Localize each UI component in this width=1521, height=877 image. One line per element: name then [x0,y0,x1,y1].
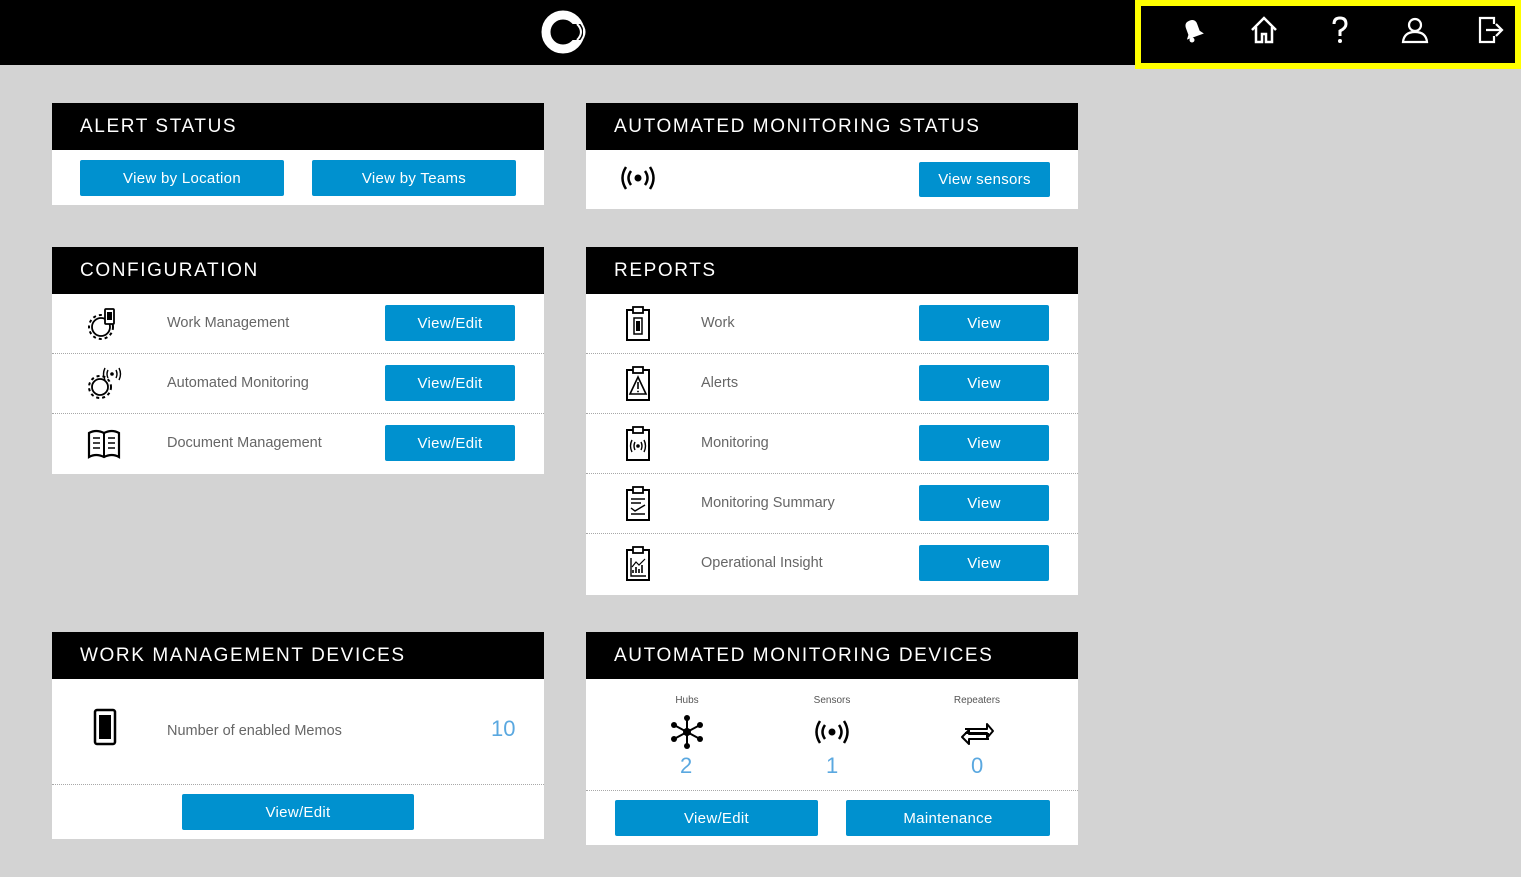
row-label: Automated Monitoring [167,375,309,391]
hub-icon [669,714,705,750]
report-row-monitoring: Monitoring View [586,414,1078,474]
sensors-label: Sensors [813,695,851,706]
report-row-operational-insight: Operational Insight View [586,534,1078,594]
view-edit-button[interactable]: View/Edit [385,305,515,341]
row-label: Monitoring Summary [701,495,835,511]
phone-icon [90,708,120,748]
view-button[interactable]: View [919,305,1049,341]
alert-status-card: ALERT STATUS View by Location View by Te… [52,103,544,205]
sensors-count: 1 [826,753,839,778]
clipboard-warning-icon [616,364,660,404]
automated-monitoring-status-card: AUTOMATED MONITORING STATUS View sensors [586,103,1078,209]
automated-monitoring-devices-card: AUTOMATED MONITORING DEVICES Hubs 2 Sens… [586,632,1078,845]
book-icon [82,424,126,464]
hubs-count: 2 [680,753,693,778]
card-title: AUTOMATED MONITORING STATUS [586,103,1078,150]
memos-label: Number of enabled Memos [167,723,342,739]
repeaters-label: Repeaters [953,695,1001,706]
card-title: CONFIGURATION [52,247,544,294]
configuration-card: CONFIGURATION Work Management View/Edit … [52,247,544,474]
clipboard-list-icon [616,484,660,524]
row-label: Operational Insight [701,555,823,571]
gear-phone-icon [82,304,126,344]
maintenance-button[interactable]: Maintenance [846,800,1050,836]
bell-icon[interactable] [1175,12,1211,48]
view-by-location-button[interactable]: View by Location [80,160,284,196]
view-edit-button[interactable]: View/Edit [615,800,818,836]
signal-icon [618,163,658,193]
report-row-work: Work View [586,294,1078,354]
card-title: AUTOMATED MONITORING DEVICES [586,632,1078,679]
top-bar [0,0,1521,69]
work-management-devices-card: WORK MANAGEMENT DEVICES Number of enable… [52,632,544,839]
clipboard-chart-icon [616,544,660,584]
view-button[interactable]: View [919,485,1049,521]
view-sensors-button[interactable]: View sensors [919,162,1050,197]
repeater-icon [959,718,995,748]
circle-logo-icon[interactable] [541,9,589,55]
hubs-label: Hubs [675,695,699,706]
card-title: WORK MANAGEMENT DEVICES [52,632,544,679]
divider [52,784,544,785]
memos-count: 10 [491,716,516,741]
view-edit-button[interactable]: View/Edit [385,365,515,401]
card-title: REPORTS [586,247,1078,294]
home-icon[interactable] [1246,12,1282,48]
help-icon[interactable] [1322,12,1358,48]
card-title: ALERT STATUS [52,103,544,150]
row-label: Monitoring [701,435,769,451]
view-edit-button[interactable]: View/Edit [385,425,515,461]
repeaters-count: 0 [971,753,984,778]
view-button[interactable]: View [919,545,1049,581]
divider [586,790,1078,791]
gear-signal-icon [82,364,126,404]
view-button[interactable]: View [919,365,1049,401]
view-by-teams-button[interactable]: View by Teams [312,160,516,196]
row-label: Work [701,315,735,331]
view-button[interactable]: View [919,425,1049,461]
signal-icon [812,717,852,747]
report-row-alerts: Alerts View [586,354,1078,414]
reports-card: REPORTS Work View Alerts View Monitoring… [586,247,1078,595]
user-icon[interactable] [1397,12,1433,48]
row-label: Document Management [167,435,322,451]
config-row-work-management: Work Management View/Edit [52,294,544,354]
row-label: Alerts [701,375,739,391]
clipboard-signal-icon [616,424,660,464]
config-row-automated-monitoring: Automated Monitoring View/Edit [52,354,544,414]
report-row-monitoring-summary: Monitoring Summary View [586,474,1078,534]
row-label: Work Management [167,315,290,331]
config-row-document-management: Document Management View/Edit [52,414,544,474]
view-edit-button[interactable]: View/Edit [182,794,414,830]
logout-icon[interactable] [1472,12,1508,48]
clipboard-phone-icon [616,304,660,344]
